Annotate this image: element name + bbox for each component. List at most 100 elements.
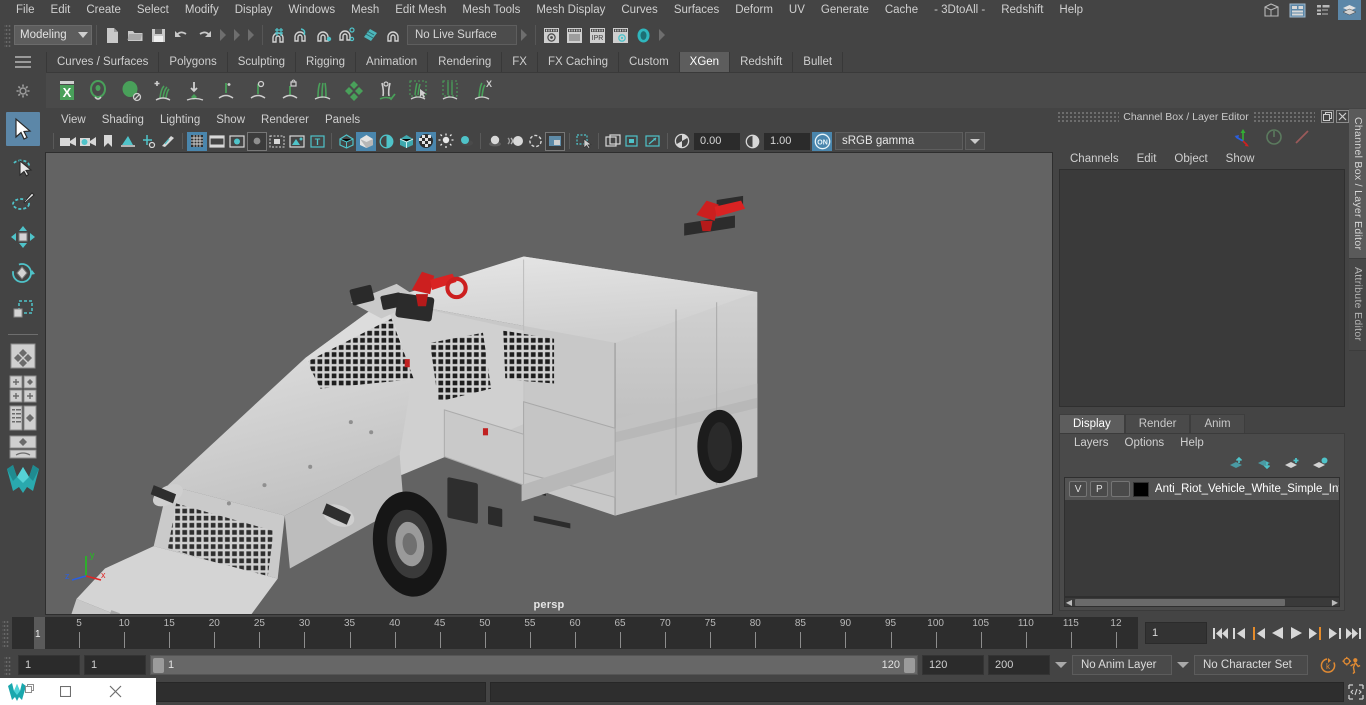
vtab-attribute-editor[interactable]: Attribute Editor: [1349, 259, 1366, 351]
create-layer-from-selected-icon[interactable]: [1312, 457, 1328, 471]
xgen-cut-icon[interactable]: [372, 76, 402, 106]
time-slider[interactable]: 5 10 15 20 25 30 35 40 45 50 55 60 65 70 75 80 85 90 95 100…: [12, 617, 1138, 649]
play-forwards-icon[interactable]: [1288, 622, 1304, 644]
film-gate-icon[interactable]: [207, 132, 227, 151]
create-empty-layer-icon[interactable]: [1284, 457, 1300, 471]
xgen-collection-icon[interactable]: [116, 76, 146, 106]
animation-start-field[interactable]: 1: [18, 655, 80, 675]
grease-pencil-icon[interactable]: [158, 132, 178, 151]
channel-box-attribute-list[interactable]: [1059, 169, 1345, 407]
gate-mask-icon[interactable]: [247, 131, 267, 151]
shade-selected-items-icon[interactable]: [376, 132, 396, 151]
menu-cache[interactable]: Cache: [877, 0, 926, 20]
next-key-icon[interactable]: [1307, 622, 1323, 644]
bookmark-icon[interactable]: [98, 132, 118, 151]
layer-playback-toggle[interactable]: P: [1090, 481, 1109, 497]
step-back-icon[interactable]: [1231, 622, 1247, 644]
select-camera-icon[interactable]: [58, 132, 78, 151]
shelf-tab-redshift[interactable]: Redshift: [730, 52, 794, 72]
range-slider-grip[interactable]: [4, 655, 11, 675]
menu-curves[interactable]: Curves: [613, 0, 665, 20]
film-gate-display-icon[interactable]: [267, 132, 287, 151]
status-collapse-1[interactable]: [219, 25, 227, 45]
viewport-menu-lighting[interactable]: Lighting: [152, 110, 208, 130]
single-perspective-layout-icon[interactable]: [1260, 0, 1283, 22]
menu-generate[interactable]: Generate: [813, 0, 877, 20]
outliner-persp-layout-button[interactable]: [7, 405, 39, 433]
ipr-render-icon[interactable]: IPR: [586, 24, 609, 47]
open-scene-icon[interactable]: [124, 24, 147, 47]
lasso-select-tool-button[interactable]: [6, 148, 40, 182]
anim-layer-combo[interactable]: No Anim Layer: [1072, 655, 1172, 675]
shelf-tab-polygons[interactable]: Polygons: [159, 52, 228, 72]
text-display-icon[interactable]: T: [307, 132, 327, 151]
layer-color-swatch[interactable]: [1132, 481, 1149, 497]
hypergraph-persp-layout-button[interactable]: [7, 435, 39, 459]
menu-redshift[interactable]: Redshift: [993, 0, 1051, 20]
rotate-tool-button[interactable]: [6, 256, 40, 290]
channelbox-menu-channels[interactable]: Channels: [1061, 149, 1128, 169]
display-layer-list[interactable]: V P Anti_Riot_Vehicle_White_Simple_Inte: [1064, 477, 1340, 597]
layer-visibility-toggle[interactable]: V: [1069, 481, 1088, 497]
xgen-modifier-icon[interactable]: [244, 76, 274, 106]
image-plane-icon[interactable]: [118, 132, 138, 151]
tab-render[interactable]: Render: [1124, 414, 1191, 433]
color-space-field[interactable]: sRGB gamma: [835, 132, 963, 150]
shelf-tab-curves-surfaces[interactable]: Curves / Surfaces: [46, 52, 160, 72]
viewport-menu-panels[interactable]: Panels: [317, 110, 368, 130]
twopoint-resolution-gate-icon[interactable]: [138, 132, 158, 151]
hypergraph-persp-layout-icon[interactable]: [1338, 0, 1361, 22]
menu-surfaces[interactable]: Surfaces: [666, 0, 727, 20]
motion-blur-icon[interactable]: [505, 132, 525, 151]
viewport-menu-show[interactable]: Show: [208, 110, 253, 130]
xgen-delete-icon[interactable]: X: [468, 76, 498, 106]
menu-display[interactable]: Display: [227, 0, 281, 20]
xgen-noise-icon[interactable]: [340, 76, 370, 106]
transform-axis-icon[interactable]: [1233, 127, 1255, 147]
wireframe-shading-icon[interactable]: [336, 132, 356, 151]
channelbox-menu-object[interactable]: Object: [1165, 149, 1216, 169]
grid-toggle-icon[interactable]: [187, 131, 207, 151]
shelf-tab-rigging[interactable]: Rigging: [296, 52, 357, 72]
render-settings-icon[interactable]: [609, 24, 632, 47]
new-scene-icon[interactable]: [101, 24, 124, 47]
range-end-field[interactable]: 120: [922, 655, 984, 675]
menu-create[interactable]: Create: [78, 0, 129, 20]
maya-app-icon[interactable]: [0, 682, 40, 702]
snap-to-grid-icon[interactable]: [267, 24, 290, 47]
shadows-icon[interactable]: [456, 132, 476, 151]
menu-3dtoall[interactable]: - 3DtoAll -: [926, 0, 993, 20]
help-menu[interactable]: Help: [1172, 434, 1212, 453]
menu-uv[interactable]: UV: [781, 0, 813, 20]
go-to-end-icon[interactable]: [1345, 622, 1361, 644]
move-layer-down-icon[interactable]: [1256, 457, 1272, 471]
character-set-combo[interactable]: No Character Set: [1194, 655, 1308, 675]
play-backwards-icon[interactable]: [1269, 622, 1285, 644]
make-live-icon[interactable]: [382, 24, 405, 47]
resolution-gate-icon[interactable]: [227, 132, 247, 151]
menu-edit[interactable]: Edit: [43, 0, 79, 20]
xray-display-icon[interactable]: [287, 132, 307, 151]
screen-space-ao-icon[interactable]: [485, 132, 505, 151]
layer-list-horizontal-scrollbar[interactable]: ◀ ▶: [1064, 597, 1340, 607]
anim-layer-dropdown-arrow-icon[interactable]: [1054, 655, 1068, 675]
color-management-toggle-icon[interactable]: ON: [812, 131, 832, 151]
previous-key-icon[interactable]: [1250, 622, 1266, 644]
render-sequence-icon[interactable]: [563, 24, 586, 47]
layers-menu[interactable]: Layers: [1066, 434, 1117, 453]
menu-help[interactable]: Help: [1051, 0, 1091, 20]
shelf-tab-sculpting[interactable]: Sculpting: [227, 52, 297, 72]
options-menu[interactable]: Options: [1117, 434, 1173, 453]
layer-display-type-toggle[interactable]: [1111, 481, 1130, 497]
range-end-handle[interactable]: [904, 657, 915, 673]
redo-icon[interactable]: [193, 24, 216, 47]
move-tool-button[interactable]: [6, 220, 40, 254]
channel-box-toggle-icon[interactable]: [1265, 128, 1283, 146]
shelf-settings-gear-icon[interactable]: [16, 84, 30, 98]
shelf-tab-fx[interactable]: FX: [502, 52, 538, 72]
command-output-field[interactable]: [490, 682, 1344, 702]
xgen-description-icon[interactable]: [84, 76, 114, 106]
menu-deform[interactable]: Deform: [727, 0, 781, 20]
maximize-window-button[interactable]: [40, 686, 90, 697]
xgen-add-groom-icon[interactable]: [212, 76, 242, 106]
